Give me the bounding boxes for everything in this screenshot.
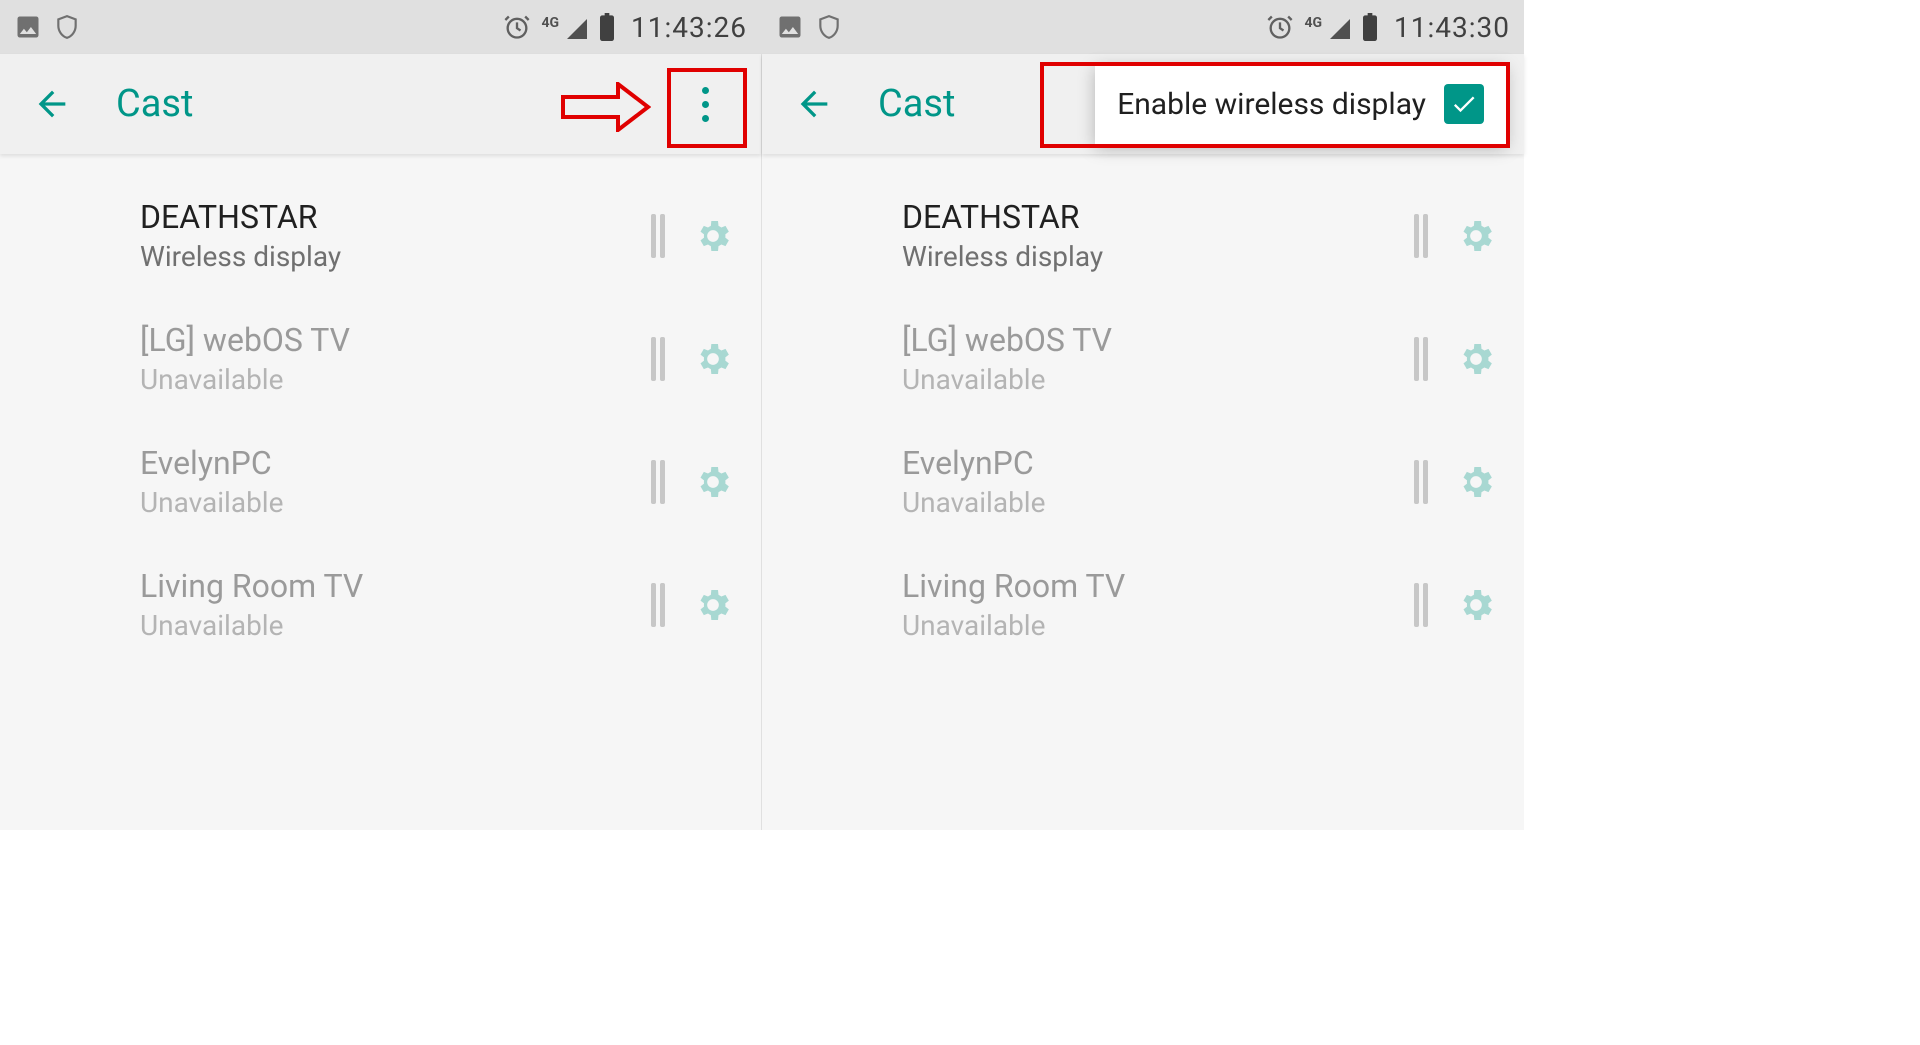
device-status: Wireless display bbox=[902, 240, 1414, 273]
drag-handle-icon[interactable] bbox=[651, 583, 669, 627]
overflow-menu: Enable wireless display bbox=[1095, 64, 1506, 144]
drag-handle-icon[interactable] bbox=[1414, 460, 1432, 504]
page-title: Cast bbox=[116, 82, 193, 126]
drag-handle-icon[interactable] bbox=[651, 460, 669, 504]
device-status: Unavailable bbox=[902, 486, 1414, 519]
enable-wireless-display-label: Enable wireless display bbox=[1117, 87, 1426, 122]
device-name: [LG] webOS TV bbox=[902, 321, 1414, 359]
alarm-icon bbox=[503, 13, 531, 41]
gear-icon[interactable] bbox=[693, 339, 733, 379]
gear-icon[interactable] bbox=[1456, 339, 1496, 379]
drag-handle-icon[interactable] bbox=[1414, 214, 1432, 258]
device-name: [LG] webOS TV bbox=[140, 321, 651, 359]
drag-handle-icon[interactable] bbox=[651, 337, 669, 381]
picture-icon bbox=[14, 13, 42, 41]
device-status: Unavailable bbox=[140, 363, 651, 396]
device-list: DEATHSTAR Wireless display [LG] webOS TV… bbox=[762, 154, 1524, 666]
drag-handle-icon[interactable] bbox=[651, 214, 669, 258]
battery-icon bbox=[599, 13, 615, 41]
device-status: Wireless display bbox=[140, 240, 651, 273]
device-status: Unavailable bbox=[902, 363, 1414, 396]
device-row[interactable]: DEATHSTAR Wireless display bbox=[0, 174, 761, 297]
device-name: EvelynPC bbox=[902, 444, 1414, 482]
enable-wireless-display-checkbox[interactable] bbox=[1444, 84, 1484, 124]
device-row[interactable]: EvelynPC Unavailable bbox=[0, 420, 761, 543]
shield-icon bbox=[54, 14, 80, 40]
battery-icon bbox=[1362, 13, 1378, 41]
alarm-icon bbox=[1266, 13, 1294, 41]
annotation-arrow-icon bbox=[561, 82, 651, 132]
device-name: Living Room TV bbox=[902, 567, 1414, 605]
gear-icon[interactable] bbox=[1456, 462, 1496, 502]
device-row[interactable]: Living Room TV Unavailable bbox=[0, 543, 761, 666]
status-bar: 4G 11:43:30 bbox=[762, 0, 1524, 54]
app-bar: Cast bbox=[0, 54, 761, 154]
device-row[interactable]: Living Room TV Unavailable bbox=[762, 543, 1524, 666]
page-title: Cast bbox=[878, 82, 955, 126]
screenshot-left: 4G 11:43:26 Cast bbox=[0, 0, 762, 830]
gear-icon[interactable] bbox=[693, 216, 733, 256]
device-list: DEATHSTAR Wireless display [LG] webOS TV… bbox=[0, 154, 761, 666]
status-bar: 4G 11:43:26 bbox=[0, 0, 761, 54]
gear-icon[interactable] bbox=[1456, 216, 1496, 256]
network-4g-icon: 4G bbox=[1304, 13, 1352, 41]
back-button[interactable] bbox=[790, 80, 838, 128]
device-name: DEATHSTAR bbox=[140, 198, 651, 236]
device-row[interactable]: [LG] webOS TV Unavailable bbox=[762, 297, 1524, 420]
device-status: Unavailable bbox=[140, 486, 651, 519]
shield-icon bbox=[816, 14, 842, 40]
device-name: EvelynPC bbox=[140, 444, 651, 482]
device-name: DEATHSTAR bbox=[902, 198, 1414, 236]
clock-text: 11:43:26 bbox=[631, 11, 747, 44]
device-name: Living Room TV bbox=[140, 567, 651, 605]
device-row[interactable]: EvelynPC Unavailable bbox=[762, 420, 1524, 543]
gear-icon[interactable] bbox=[693, 585, 733, 625]
overflow-menu-button[interactable] bbox=[677, 76, 733, 132]
drag-handle-icon[interactable] bbox=[1414, 337, 1432, 381]
back-button[interactable] bbox=[28, 80, 76, 128]
gear-icon[interactable] bbox=[1456, 585, 1496, 625]
picture-icon bbox=[776, 13, 804, 41]
gear-icon[interactable] bbox=[693, 462, 733, 502]
device-row[interactable]: [LG] webOS TV Unavailable bbox=[0, 297, 761, 420]
screenshot-right: 4G 11:43:30 Cast Enable wireless display bbox=[762, 0, 1524, 830]
device-status: Unavailable bbox=[902, 609, 1414, 642]
device-status: Unavailable bbox=[140, 609, 651, 642]
device-row[interactable]: DEATHSTAR Wireless display bbox=[762, 174, 1524, 297]
clock-text: 11:43:30 bbox=[1394, 11, 1510, 44]
network-4g-icon: 4G bbox=[541, 13, 589, 41]
drag-handle-icon[interactable] bbox=[1414, 583, 1432, 627]
